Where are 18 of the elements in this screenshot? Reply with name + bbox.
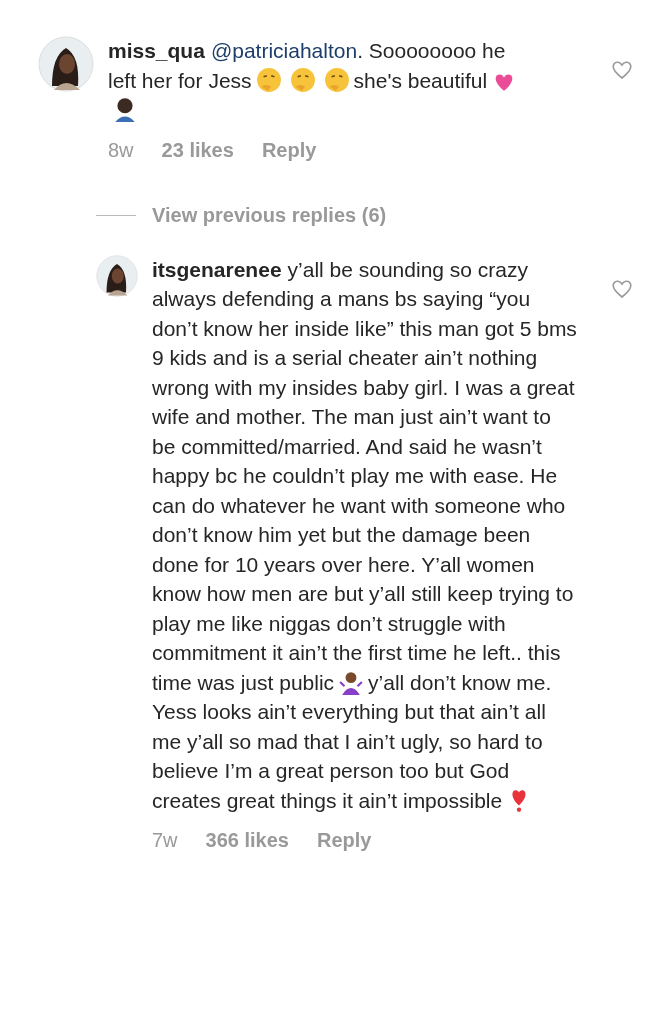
thinking-emoji-icon bbox=[255, 66, 282, 93]
reply-link[interactable]: Reply bbox=[317, 829, 372, 852]
comment-text: miss_qua @patriciahalton. Soooooooo he left her for Jess she's beautiful bbox=[108, 36, 528, 125]
reply-link[interactable]: Reply bbox=[261, 138, 317, 162]
heart-icon[interactable] bbox=[610, 58, 634, 82]
mention-link[interactable]: @patriciahalton bbox=[210, 39, 358, 62]
thinking-emoji-icon bbox=[323, 66, 350, 93]
view-replies-link[interactable]: View previous replies (6) bbox=[152, 203, 387, 227]
username[interactable]: itsgenarenee bbox=[152, 257, 282, 281]
likes-count[interactable]: 366 likes bbox=[205, 829, 289, 852]
avatar[interactable] bbox=[96, 254, 138, 297]
thinking-emoji-icon bbox=[289, 66, 316, 93]
likes-count[interactable]: 23 likes bbox=[161, 138, 234, 162]
comment-time: 8w bbox=[108, 138, 134, 162]
comment-time: 7w bbox=[152, 829, 178, 852]
username[interactable]: miss_qua bbox=[108, 39, 205, 62]
avatar[interactable] bbox=[38, 36, 94, 92]
comment-text: itsgenarenee y’all be sounding so crazy always defending a mans bs saying “you don’t know her inside like” this man got 5 bms 9 kids and is a serial cheater ain’t nothing wrong with my insides baby girl. I was a great wife and mother. The man just ain’t want to be committed/married. And said he wasn’t happy bc he couldn’t play me with ease. He can do whatever he want with someone who don’t know him yet but the damage been done for 10 years over here. Y’all women know how men are but y’all still keep trying to play me like niggas don’t struggle with commitment it ain’t the first time he left.. this time was just public y’all don’t know me. Yess looks ain’t everything but that ain’t all me y’all so mad that I ain’t ugly, so hard to believe I’m a great person too but God creates great things it ain’t impossible bbox=[152, 256, 577, 815]
